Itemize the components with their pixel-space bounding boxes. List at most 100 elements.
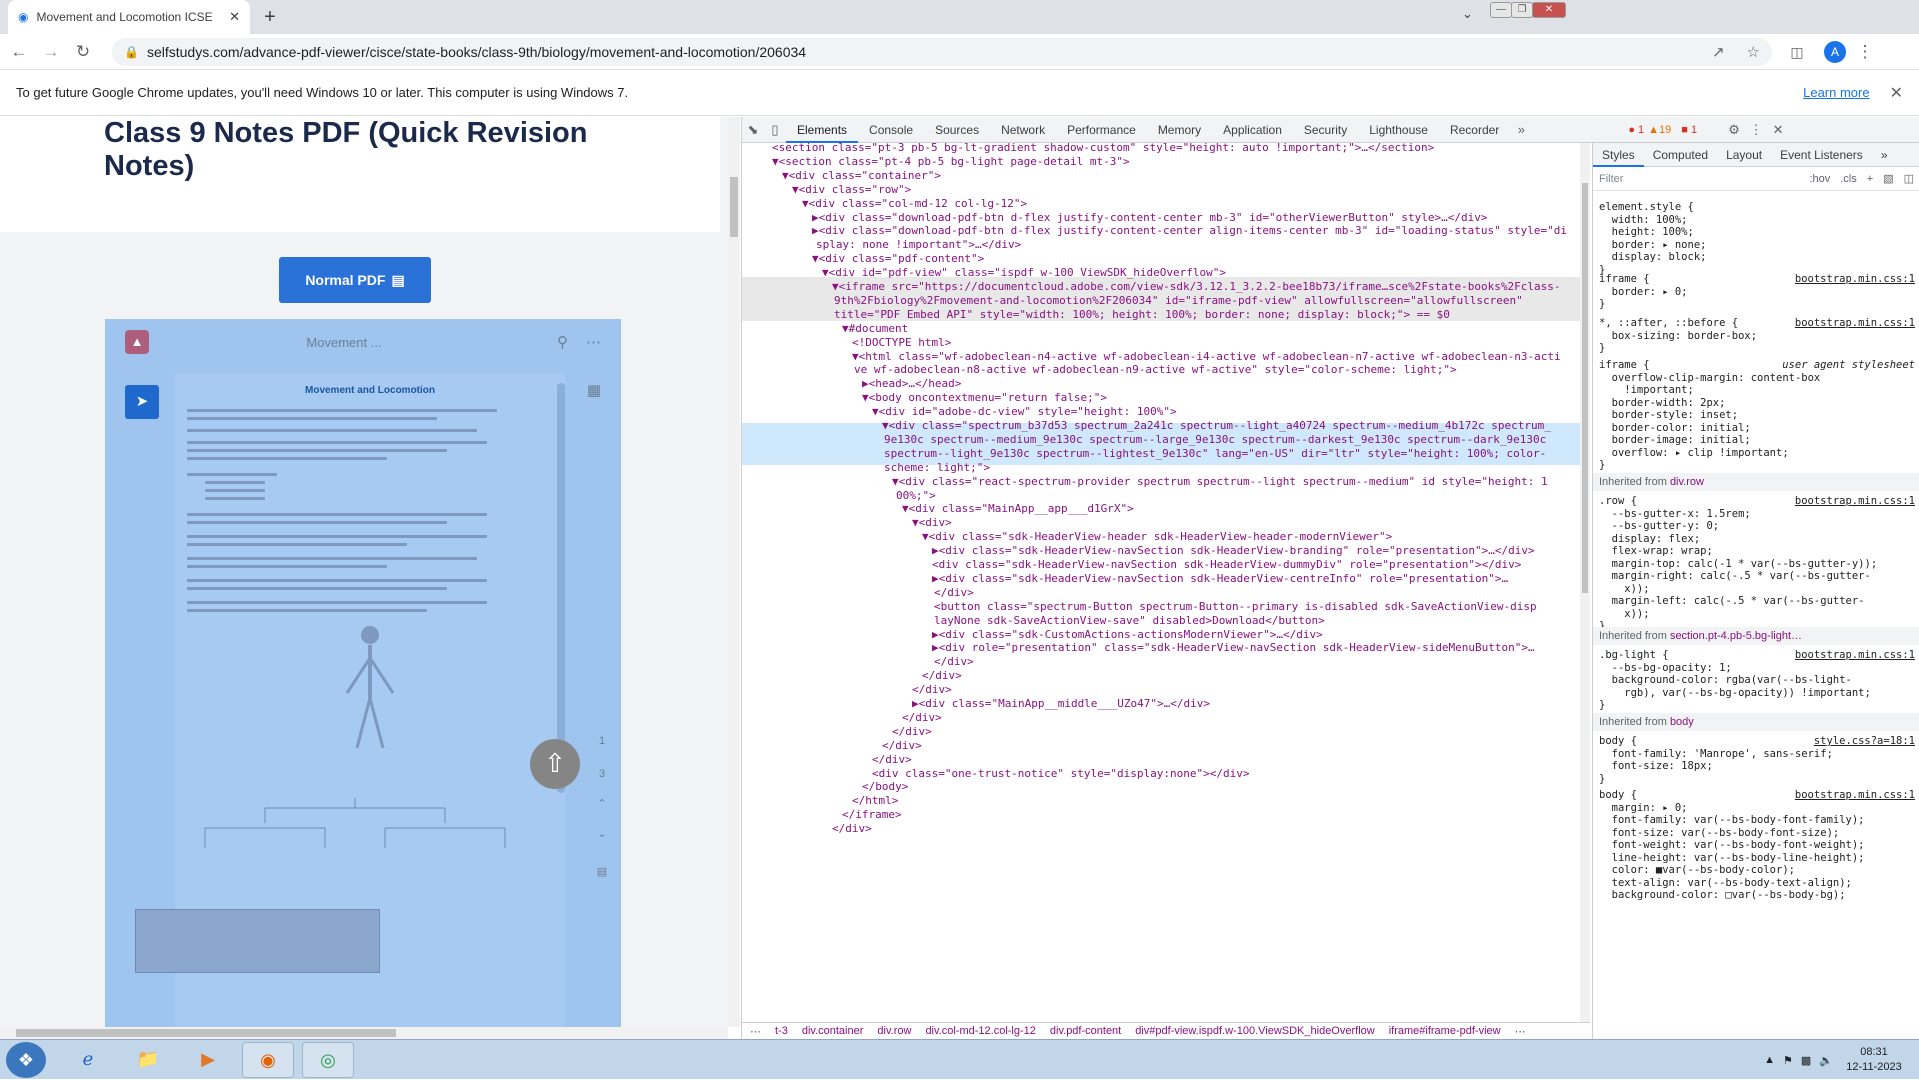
tab-lighthouse[interactable]: Lighthouse [1358, 117, 1439, 143]
more-tabs-icon[interactable]: » [1510, 122, 1532, 137]
tab-security[interactable]: Security [1293, 117, 1358, 143]
breadcrumb-item[interactable]: div.container [802, 1025, 864, 1037]
dom-node-line[interactable]: title="PDF Embed API" style="width: 100%… [834, 306, 1450, 323]
side-panel-icon[interactable]: ◫ [1784, 39, 1810, 65]
more-styles-tabs-icon[interactable]: » [1872, 143, 1897, 167]
scroll-to-top-button[interactable]: ⇧ [530, 739, 580, 789]
chrome-icon[interactable]: ◎ [302, 1042, 354, 1078]
tab-search-icon[interactable]: ⌄ [1462, 6, 1473, 22]
close-infobar-icon[interactable]: ✕ [1890, 83, 1903, 103]
new-rule-icon[interactable]: + [1867, 173, 1873, 185]
reload-icon[interactable]: ↻ [70, 39, 96, 65]
element-style-rule[interactable]: element.style { width: 100%; height: 100… [1599, 201, 1915, 276]
customize-devtools-icon[interactable]: ⋮ [1745, 122, 1767, 138]
inspect-element-icon[interactable]: ⬊ [742, 122, 764, 138]
page-number-current[interactable]: 1 [587, 726, 617, 756]
new-tab-button[interactable]: + [258, 6, 282, 30]
breadcrumb-item[interactable]: div.row [877, 1025, 911, 1037]
dom-node-line[interactable]: </div> [832, 820, 872, 837]
breadcrumb-overflow-icon[interactable]: ⋯ [750, 1025, 761, 1038]
tab-console[interactable]: Console [858, 117, 924, 143]
forward-icon[interactable]: → [38, 39, 64, 65]
page-down-icon[interactable]: ⌄ [587, 819, 617, 849]
breadcrumb-item[interactable]: div#pdf-view.ispdf.w-100.ViewSDK_hideOve… [1135, 1025, 1374, 1037]
inherited-ref[interactable]: section.pt-4.pb-5.bg-light… [1670, 630, 1802, 642]
dom-node-line[interactable]: <div class="one-trust-notice" style="dis… [872, 765, 1250, 782]
sidebar-toggle-icon[interactable]: ◫ [1904, 172, 1914, 185]
rule-source-link[interactable]: bootstrap.min.css:1 [1795, 495, 1915, 508]
dom-node-line[interactable]: ▼<div class="react-spectrum-provider spe… [892, 473, 1548, 490]
minimize-button[interactable]: — [1490, 2, 1512, 18]
avatar[interactable]: A [1824, 40, 1846, 63]
row-rule[interactable]: bootstrap.min.css:1 .row { --bs-gutter-x:… [1599, 495, 1915, 633]
elements-scrollbar[interactable] [1580, 143, 1590, 1022]
rule-source-link[interactable]: style.css?a=18:1 [1814, 735, 1915, 748]
viewer-scrollbar[interactable] [557, 383, 565, 793]
action-center-icon[interactable]: ⚑ [1783, 1054, 1793, 1067]
dom-node-line[interactable]: ▶<div class="sdk-HeaderView-navSection s… [932, 570, 1508, 587]
class-toggle[interactable]: .cls [1840, 173, 1857, 185]
menu-dots-icon[interactable]: ⋮ [1852, 39, 1878, 65]
body-bootstrap-rule[interactable]: bootstrap.min.css:1 body { margin: ▸ 0; f… [1599, 789, 1915, 902]
error-count-badge[interactable]: ● 1 [1628, 124, 1644, 136]
share-icon[interactable]: ↗ [1712, 43, 1725, 61]
rule-source-link[interactable]: bootstrap.min.css:1 [1795, 273, 1915, 286]
inherited-ref[interactable]: div.row [1670, 476, 1704, 488]
close-tab-icon[interactable]: ✕ [229, 9, 240, 25]
rule-source-link[interactable]: bootstrap.min.css:1 [1795, 649, 1915, 662]
start-button[interactable]: ❖ [6, 1042, 46, 1078]
bookmark-star-icon[interactable]: ☆ [1747, 43, 1760, 61]
volume-icon[interactable]: 🔈 [1819, 1054, 1833, 1067]
tab-layout[interactable]: Layout [1717, 143, 1771, 167]
tab-elements[interactable]: Elements [786, 117, 859, 143]
breadcrumb-item[interactable]: t-3 [775, 1025, 788, 1037]
restore-button[interactable]: ❐ [1511, 2, 1533, 18]
pdf-viewer[interactable]: ▲ Movement ... ⚲ ⋯ ➤ Movement and Locomo… [105, 319, 621, 1027]
search-icon[interactable]: ⚲ [557, 333, 568, 351]
inherited-ref[interactable]: body [1670, 716, 1694, 728]
network-icon[interactable]: ▩ [1801, 1054, 1811, 1067]
bg-light-rule[interactable]: bootstrap.min.css:1 .bg-light { --bs-bg-o… [1599, 649, 1915, 712]
browser-tab[interactable]: ◉ Movement and Locomotion ICSE ✕ [8, 0, 250, 34]
page-up-icon[interactable]: ⌃ [587, 789, 617, 819]
dom-node-line[interactable]: ▶<div class="MainApp__middle___UZo47">…<… [912, 695, 1210, 712]
body-style-rule[interactable]: style.css?a=18:1 body { font-family: 'Man… [1599, 735, 1915, 785]
universal-rule[interactable]: bootstrap.min.css:1 *, ::after, ::before … [1599, 317, 1915, 355]
thumbnail-grid-icon[interactable]: ▦ [587, 381, 601, 399]
back-icon[interactable]: ← [6, 39, 32, 65]
settings-gear-icon[interactable]: ⚙ [1723, 122, 1745, 138]
breadcrumb-item[interactable]: iframe#iframe-pdf-view [1389, 1025, 1501, 1037]
learn-more-link[interactable]: Learn more [1803, 85, 1869, 100]
iframe-bootstrap-rule[interactable]: bootstrap.min.css:1 iframe { border: ▸ 0;… [1599, 273, 1915, 311]
rule-source-link[interactable]: bootstrap.min.css:1 [1795, 789, 1915, 802]
tab-application[interactable]: Application [1212, 117, 1293, 143]
page-vertical-scrollbar[interactable] [728, 117, 740, 1027]
tab-performance[interactable]: Performance [1056, 117, 1147, 143]
tab-styles[interactable]: Styles [1593, 143, 1644, 167]
selection-tool-button[interactable]: ➤ [125, 385, 159, 419]
internet-explorer-icon[interactable]: ℯ [62, 1042, 114, 1078]
media-player-icon[interactable]: ▶ [182, 1042, 234, 1078]
styles-filter-input[interactable]: Filter [1599, 173, 1799, 185]
hover-state-toggle[interactable]: :hov [1809, 173, 1830, 185]
tab-network[interactable]: Network [990, 117, 1056, 143]
address-url[interactable]: selfstudys.com/advance-pdf-viewer/cisce/… [147, 44, 1690, 60]
page-horizontal-scrollbar[interactable] [0, 1027, 728, 1039]
firefox-icon[interactable]: ◉ [242, 1042, 294, 1078]
device-toolbar-icon[interactable]: ▯ [764, 122, 786, 138]
tab-computed[interactable]: Computed [1644, 143, 1717, 167]
close-devtools-icon[interactable]: ✕ [1767, 122, 1789, 138]
warning-count-badge[interactable]: ▲19 [1648, 124, 1671, 136]
dom-node-line[interactable]: ▶<div role="presentation" class="sdk-Hea… [932, 639, 1535, 656]
breadcrumb-item[interactable]: div.pdf-content [1050, 1025, 1121, 1037]
paint-icon[interactable]: ▧ [1883, 172, 1893, 185]
breadcrumb-overflow-icon[interactable]: ⋯ [1515, 1025, 1526, 1038]
rule-source-link[interactable]: bootstrap.min.css:1 [1795, 317, 1915, 330]
tab-recorder[interactable]: Recorder [1439, 117, 1510, 143]
issues-badge[interactable]: ■ 1 [1681, 124, 1697, 136]
file-explorer-icon[interactable]: 📁 [122, 1042, 174, 1078]
more-icon[interactable]: ⋯ [586, 333, 601, 351]
tray-expand-icon[interactable]: ▲ [1764, 1054, 1775, 1066]
tab-sources[interactable]: Sources [924, 117, 990, 143]
tab-memory[interactable]: Memory [1147, 117, 1212, 143]
